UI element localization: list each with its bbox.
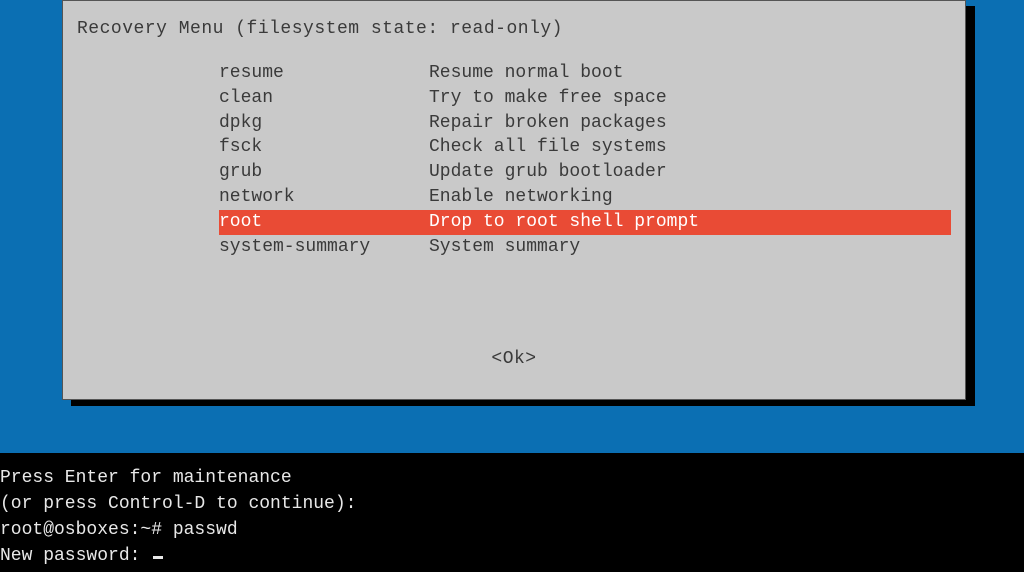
terminal-line: root@osboxes:~# passwd [0, 520, 238, 540]
terminal-line: New password: [0, 546, 151, 566]
terminal-line: Press Enter for maintenance [0, 468, 292, 488]
menu-item-desc: Drop to root shell prompt [429, 210, 699, 235]
menu-item-key: grub [219, 160, 429, 185]
recovery-screen-background: Recovery Menu (filesystem state: read-on… [0, 0, 1024, 453]
menu-item-system-summary[interactable]: system-summarySystem summary [219, 235, 951, 260]
cursor-icon [153, 556, 163, 559]
menu-item-key: system-summary [219, 235, 429, 260]
menu-item-resume[interactable]: resumeResume normal boot [219, 61, 951, 86]
menu-item-key: fsck [219, 135, 429, 160]
terminal-output[interactable]: Press Enter for maintenance (or press Co… [0, 453, 1024, 572]
menu-item-key: resume [219, 61, 429, 86]
menu-item-clean[interactable]: cleanTry to make free space [219, 86, 951, 111]
menu-item-key: dpkg [219, 111, 429, 136]
menu-item-desc: System summary [429, 235, 580, 260]
menu-item-key: clean [219, 86, 429, 111]
menu-list[interactable]: resumeResume normal boot cleanTry to mak… [219, 61, 951, 260]
dialog-title: Recovery Menu (filesystem state: read-on… [77, 19, 951, 39]
menu-item-desc: Try to make free space [429, 86, 667, 111]
terminal-line: (or press Control-D to continue): [0, 494, 356, 514]
menu-item-desc: Resume normal boot [429, 61, 623, 86]
menu-item-network[interactable]: networkEnable networking [219, 185, 951, 210]
menu-item-fsck[interactable]: fsckCheck all file systems [219, 135, 951, 160]
menu-item-key: root [219, 210, 429, 235]
ok-button[interactable]: <Ok> [491, 349, 536, 369]
menu-item-desc: Update grub bootloader [429, 160, 667, 185]
menu-item-desc: Enable networking [429, 185, 613, 210]
recovery-menu-dialog: Recovery Menu (filesystem state: read-on… [62, 0, 966, 400]
menu-item-grub[interactable]: grubUpdate grub bootloader [219, 160, 951, 185]
menu-item-desc: Repair broken packages [429, 111, 667, 136]
menu-item-key: network [219, 185, 429, 210]
menu-item-root[interactable]: rootDrop to root shell prompt [219, 210, 951, 235]
menu-item-desc: Check all file systems [429, 135, 667, 160]
menu-item-dpkg[interactable]: dpkgRepair broken packages [219, 111, 951, 136]
